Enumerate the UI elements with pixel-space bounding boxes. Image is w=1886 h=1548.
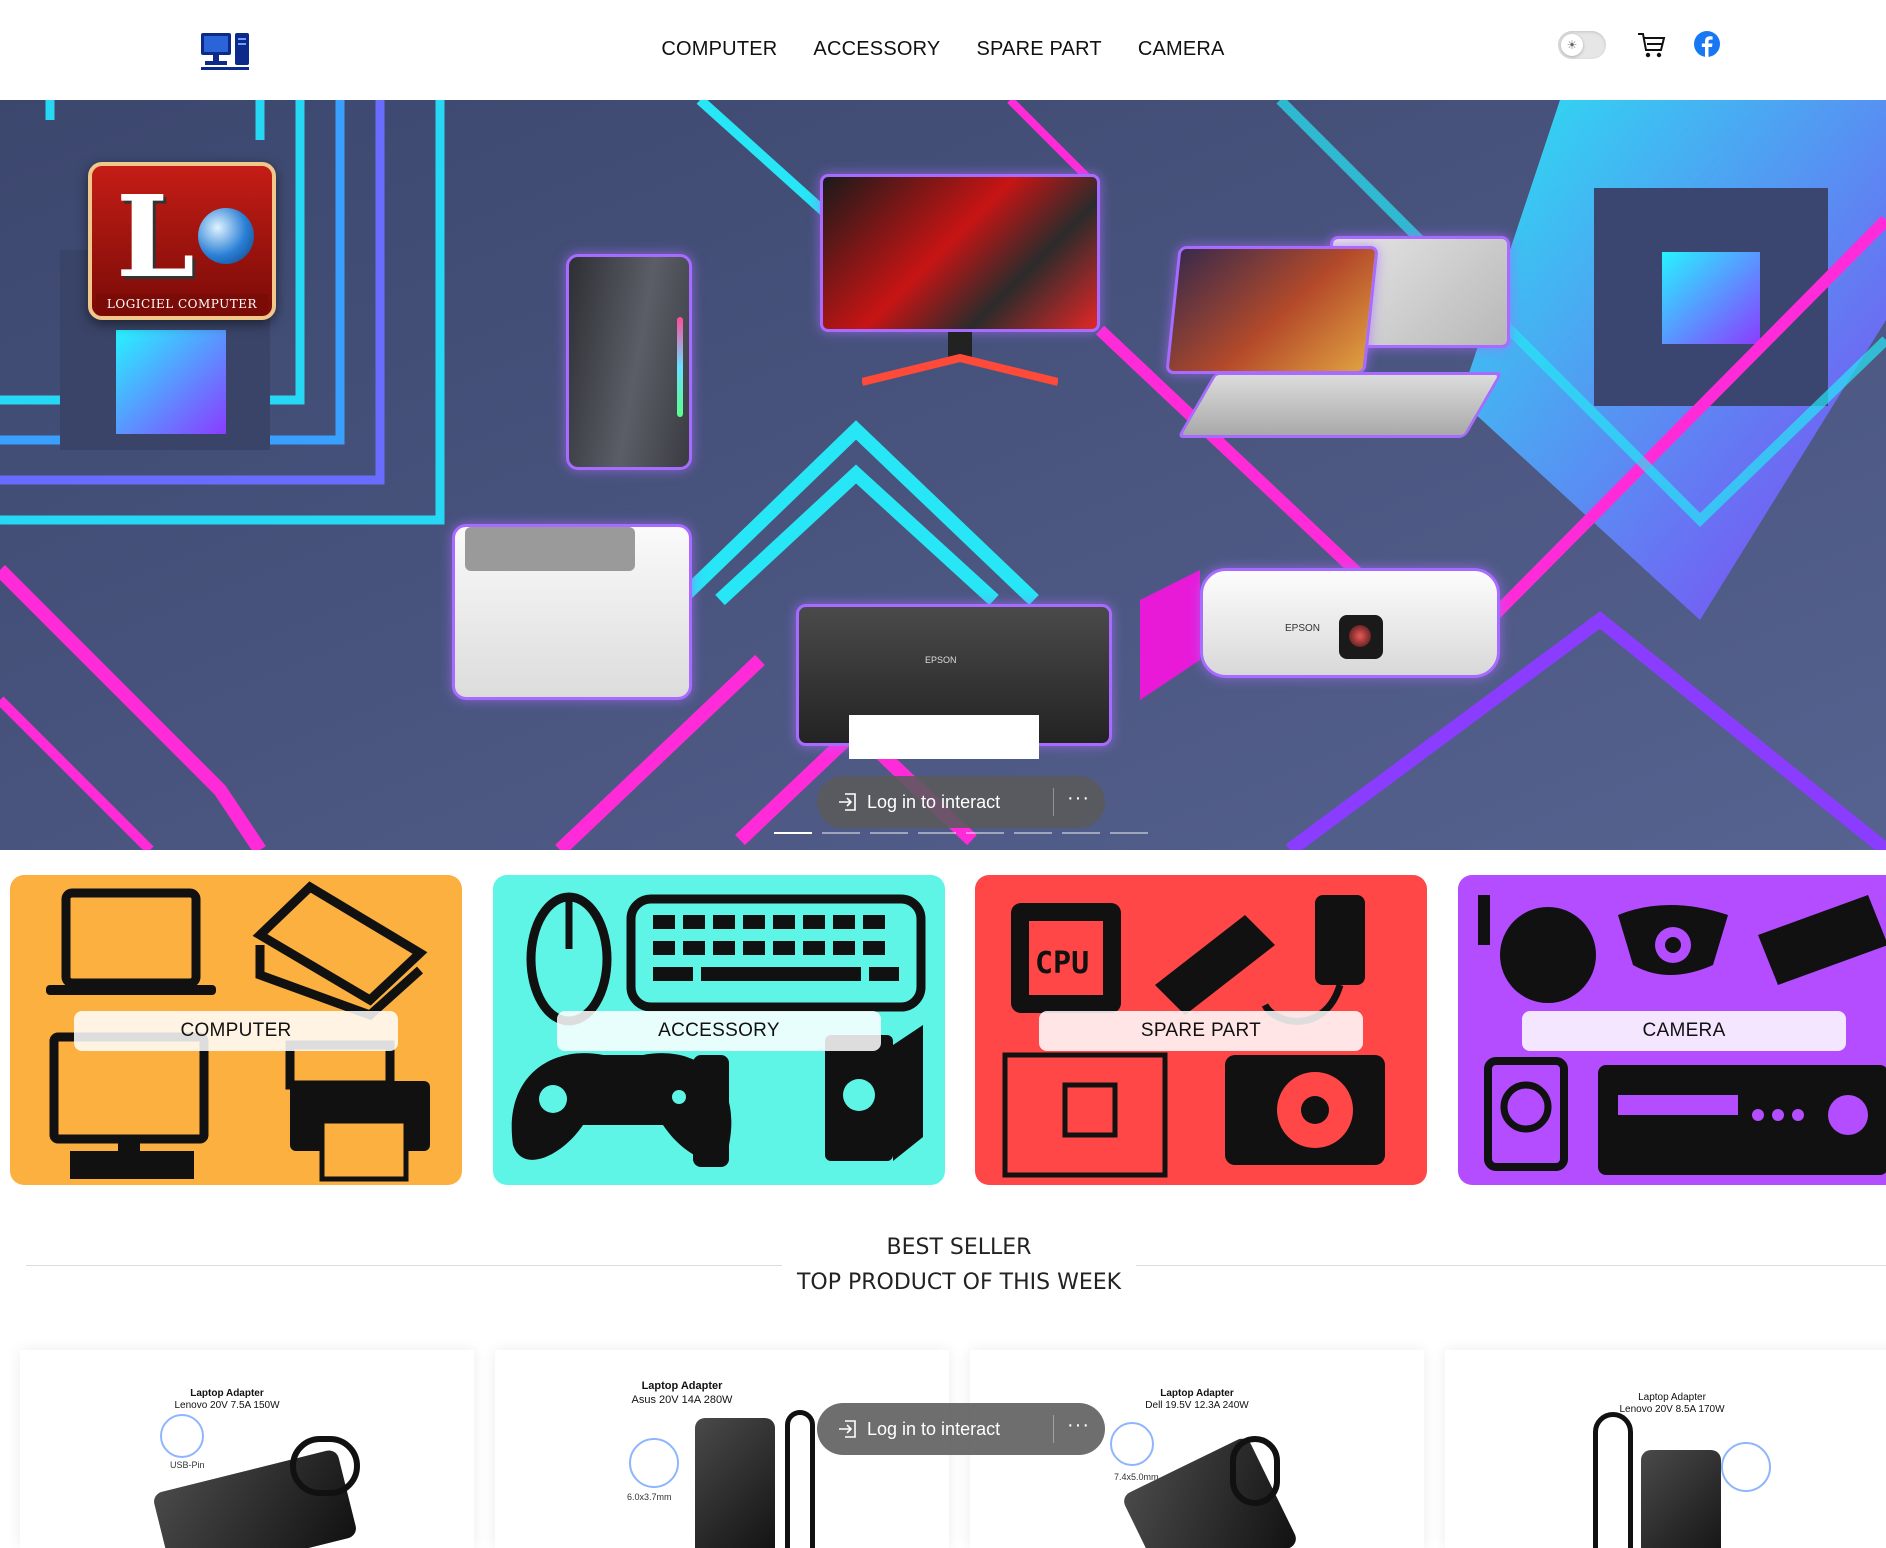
carousel-dot[interactable] <box>1062 832 1100 834</box>
carousel-dot[interactable] <box>1110 832 1148 834</box>
category-card-spare-part[interactable]: CPU SPARE PART <box>975 875 1427 1185</box>
adapter-cable <box>290 1436 360 1496</box>
projector-image: EPSON <box>1200 568 1500 678</box>
best-seller-subheading: TOP PRODUCT OF THIS WEEK <box>796 1270 1122 1295</box>
globe-icon <box>198 208 254 264</box>
product-title: Laptop Adapter <box>1160 1388 1234 1399</box>
cart-icon[interactable] <box>1636 30 1666 60</box>
category-label-computer: COMPUTER <box>74 1011 398 1051</box>
site-header: COMPUTER ACCESSORY SPARE PART CAMERA ☀ <box>0 0 1886 100</box>
login-to-interact-label: Log in to interact <box>867 1418 1001 1439</box>
connector-tip-image <box>1721 1442 1771 1492</box>
connector-tip-image <box>1110 1422 1154 1466</box>
connector-tip-image <box>160 1414 204 1458</box>
carousel-dot[interactable] <box>1014 832 1052 834</box>
connector-tip-label: USB-Pin <box>170 1460 205 1470</box>
projector-label: EPSON <box>1285 623 1321 634</box>
carousel-dot[interactable] <box>918 832 956 834</box>
login-icon <box>839 1420 856 1438</box>
carousel-indicators <box>774 832 1148 834</box>
laptop-screen-image <box>1165 246 1379 374</box>
connector-tip-image <box>629 1438 679 1488</box>
carousel-dot[interactable] <box>774 832 812 834</box>
nav-item-spare-part[interactable]: SPARE PART <box>976 38 1101 61</box>
product-title: Laptop Adapter <box>641 1380 723 1392</box>
category-label-camera: CAMERA <box>1522 1011 1846 1051</box>
product-spec: Lenovo 20V 8.5A 170W <box>1619 1404 1725 1415</box>
adapter-image <box>695 1418 775 1548</box>
monitor-stand <box>862 332 1058 386</box>
theme-toggle[interactable]: ☀ <box>1558 31 1606 59</box>
product-card[interactable]: Laptop Adapter Lenovo 20V 7.5A 150W USB-… <box>20 1350 474 1548</box>
printer-image: EPSON <box>796 604 1112 759</box>
login-to-interact-pill[interactable]: Log in to interact ··· <box>817 1403 1105 1455</box>
sun-icon: ☀ <box>1561 34 1583 56</box>
adapter-cable <box>1593 1412 1633 1548</box>
nav-item-computer[interactable]: COMPUTER <box>661 38 777 61</box>
laptop-base-image <box>1176 372 1504 438</box>
more-options-icon[interactable]: ··· <box>1067 787 1090 810</box>
product-title: Laptop Adapter <box>190 1388 264 1399</box>
desktop-tower-image <box>566 254 692 470</box>
product-card[interactable]: Laptop Adapter Lenovo 20V 8.5A 170W <box>1445 1350 1886 1548</box>
brand-caption: LOGICIEL COMPUTER <box>96 294 268 314</box>
carousel-dot[interactable] <box>966 832 1004 834</box>
product-title: Laptop Adapter <box>1638 1392 1706 1403</box>
carousel-dot[interactable] <box>822 832 860 834</box>
brand-badge: L LOGICIEL COMPUTER <box>88 162 276 320</box>
category-card-camera[interactable]: CAMERA <box>1458 875 1886 1185</box>
carousel-dot[interactable] <box>870 832 908 834</box>
hero-banner: L LOGICIEL COMPUTER EPSON EPSON Log in t… <box>0 100 1886 850</box>
connector-tip-label: 6.0x3.7mm <box>627 1492 672 1502</box>
category-label-accessory: ACCESSORY <box>557 1011 881 1051</box>
adapter-cable <box>785 1410 815 1548</box>
login-to-interact-label: Log in to interact <box>867 791 1001 812</box>
category-label-spare-part: SPARE PART <box>1039 1011 1363 1051</box>
svg-text:CPU: CPU <box>1035 946 1089 981</box>
category-card-accessory[interactable]: ACCESSORY <box>493 875 945 1185</box>
nav-item-camera[interactable]: CAMERA <box>1138 38 1225 61</box>
more-options-icon[interactable]: ··· <box>1067 1414 1090 1437</box>
brand-letter: L <box>116 172 195 303</box>
divider-right <box>1136 1265 1886 1266</box>
adapter-image <box>1641 1450 1721 1548</box>
login-icon <box>839 793 856 811</box>
projector-lens <box>1339 615 1383 659</box>
nav-item-accessory[interactable]: ACCESSORY <box>813 38 940 61</box>
facebook-icon[interactable] <box>1694 31 1720 57</box>
scanner-image <box>452 524 692 700</box>
printer-label: EPSON <box>925 655 957 665</box>
product-spec: Lenovo 20V 7.5A 150W <box>174 1400 280 1411</box>
category-card-computer[interactable]: COMPUTER <box>10 875 462 1185</box>
divider-left <box>26 1265 782 1266</box>
login-to-interact-pill[interactable]: Log in to interact ··· <box>817 776 1105 828</box>
best-seller-heading: BEST SELLER <box>886 1235 1032 1260</box>
adapter-cable <box>1230 1436 1280 1506</box>
monitor-image <box>820 174 1100 332</box>
